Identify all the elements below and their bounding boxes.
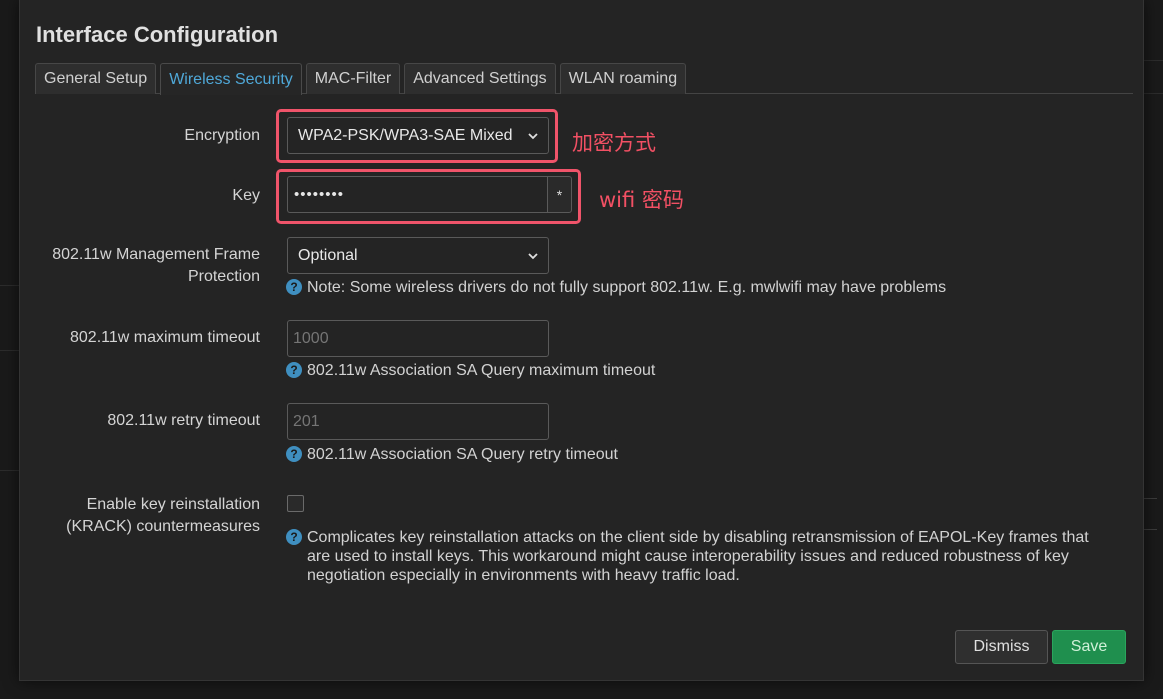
key-label: Key — [232, 187, 260, 204]
dismiss-button[interactable]: Dismiss — [955, 630, 1048, 664]
chevron-down-icon — [528, 252, 538, 259]
krack-label-line2: (KRACK) countermeasures — [66, 518, 260, 535]
krack-help-line3: negotiation especially in environments w… — [307, 567, 740, 584]
krack-help-text: Complicates key reinstallation attacks o… — [307, 528, 1089, 585]
help-icon: ? — [286, 362, 302, 378]
retry-timeout-input[interactable] — [287, 403, 549, 440]
modal-title: Interface Configuration — [36, 22, 279, 47]
key-highlight-box — [276, 169, 581, 224]
retry-timeout-field — [287, 403, 549, 440]
background-divider — [0, 285, 19, 286]
retry-timeout-help-text: 802.11w Association SA Query retry timeo… — [307, 446, 618, 463]
mfp-value: Optional — [298, 246, 358, 264]
key-annotation: wifi 密码 — [599, 188, 684, 212]
retry-timeout-help: ? 802.11w Association SA Query retry tim… — [286, 445, 618, 464]
encryption-highlight-box — [276, 109, 558, 163]
interface-configuration-modal: Interface Configuration General Setup Wi… — [19, 0, 1144, 681]
mfp-help: ? Note: Some wireless drivers do not ful… — [286, 278, 946, 297]
mfp-label: 802.11w Management Frame Protection — [52, 244, 260, 288]
max-timeout-help: ? 802.11w Association SA Query maximum t… — [286, 361, 655, 380]
retry-timeout-label: 802.11w retry timeout — [107, 412, 260, 429]
help-icon: ? — [286, 446, 302, 462]
krack-label: Enable key reinstallation (KRACK) counte… — [66, 494, 260, 538]
krack-help: ? Complicates key reinstallation attacks… — [286, 528, 1089, 585]
encryption-annotation: 加密方式 — [572, 131, 656, 155]
tab-wireless-security[interactable]: Wireless Security — [160, 63, 302, 95]
background-divider — [1144, 60, 1163, 61]
help-icon: ? — [286, 529, 302, 545]
krack-help-line1: Complicates key reinstallation attacks o… — [307, 529, 1089, 546]
max-timeout-help-text: 802.11w Association SA Query maximum tim… — [307, 362, 656, 379]
krack-help-line2: are used to install keys. This workaroun… — [307, 548, 1069, 565]
krack-checkbox[interactable] — [287, 495, 304, 512]
mfp-label-line2: Protection — [187, 268, 260, 285]
tab-bar: General Setup Wireless Security MAC-Filt… — [35, 63, 1133, 95]
mfp-select[interactable]: Optional — [287, 237, 549, 274]
max-timeout-input[interactable] — [287, 320, 549, 357]
tab-mac-filter[interactable]: MAC-Filter — [305, 63, 401, 94]
mfp-label-line1: 802.11w Management Frame — [52, 246, 260, 263]
tab-general-setup[interactable]: General Setup — [35, 63, 157, 94]
save-button[interactable]: Save — [1052, 630, 1126, 664]
background-divider — [1144, 93, 1163, 94]
krack-label-line1: Enable key reinstallation — [86, 496, 260, 513]
help-icon: ? — [286, 279, 302, 295]
max-timeout-field — [287, 320, 549, 357]
mfp-help-text: Note: Some wireless drivers do not fully… — [307, 279, 947, 296]
max-timeout-label: 802.11w maximum timeout — [70, 329, 260, 346]
background-divider — [0, 350, 19, 351]
tab-advanced-settings[interactable]: Advanced Settings — [404, 63, 556, 94]
encryption-label: Encryption — [184, 127, 260, 144]
tab-wlan-roaming[interactable]: WLAN roaming — [559, 63, 687, 94]
background-divider — [0, 470, 19, 471]
